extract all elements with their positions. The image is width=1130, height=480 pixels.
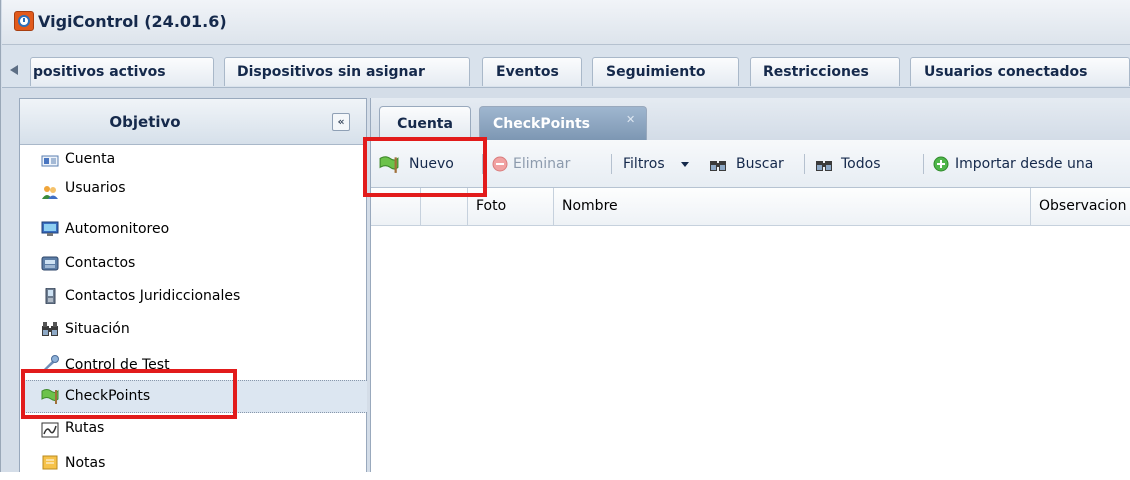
tree-item-label: Usuarios — [65, 180, 126, 196]
nuevo-button[interactable]: Nuevo — [379, 153, 479, 175]
tree-item-label: Contactos Juridiccionales — [65, 288, 241, 304]
importar-button[interactable]: Importar desde una — [933, 153, 1130, 175]
toolbar-separator — [923, 154, 924, 174]
tab-eventos[interactable]: Eventos — [482, 57, 582, 86]
tab-dispositivos-activos[interactable]: positivos activos — [30, 57, 214, 86]
tree-item-rutas[interactable]: Rutas — [21, 415, 367, 448]
grid-body — [371, 226, 1130, 472]
tree-item-cuenta[interactable]: Cuenta — [21, 146, 367, 179]
tab-cuenta[interactable]: Cuenta — [379, 106, 471, 140]
nuevo-label: Nuevo — [409, 156, 454, 172]
tab-usuarios-conectados[interactable]: Usuarios conectados — [910, 57, 1130, 86]
tree-item-checkpoints[interactable]: CheckPoints — [21, 380, 367, 413]
grid-column-observacion[interactable]: Observacion — [1031, 188, 1130, 225]
chevron-down-icon — [681, 162, 689, 167]
users-icon — [42, 186, 58, 199]
toolbar-separator — [611, 154, 612, 174]
tree-item-notas[interactable]: Notas — [21, 447, 367, 480]
tab-label: Seguimiento — [606, 64, 706, 80]
tab-label: Usuarios conectados — [924, 64, 1088, 80]
window-title: VigiControl (24.01.6) — [38, 12, 227, 31]
tab-label: CheckPoints — [493, 116, 591, 132]
mobile-icon — [45, 288, 56, 304]
toolbar-separator — [804, 154, 805, 174]
app-logo-icon — [14, 11, 34, 31]
tree-item-situacion[interactable]: Situación — [21, 314, 367, 347]
tree-item-control-de-test[interactable]: Control de Test — [21, 348, 367, 381]
binoculars-icon — [816, 161, 832, 171]
grid-column-foto[interactable]: Foto — [468, 188, 554, 225]
app-window: VigiControl (24.01.6) positivos activos … — [0, 0, 1130, 472]
map-route-icon — [41, 422, 59, 438]
tab-label: positivos activos — [33, 64, 166, 80]
binoculars-icon — [710, 161, 726, 171]
tab-scroll-left-icon[interactable] — [10, 65, 18, 75]
todos-button[interactable]: Todos — [815, 153, 900, 175]
tree-item-contactos[interactable]: Contactos — [21, 248, 367, 281]
importar-label: Importar desde una — [955, 156, 1094, 172]
buscar-button[interactable]: Buscar — [709, 153, 799, 175]
buscar-label: Buscar — [736, 156, 784, 172]
tree-item-label: Situación — [65, 321, 130, 337]
account-card-icon — [41, 155, 59, 167]
flag-icon — [41, 389, 59, 404]
content-panel: Cuenta CheckPoints ✕ Nuevo Eliminar Filt… — [370, 98, 1130, 472]
add-icon — [933, 156, 949, 172]
tree-item-label: Automonitoreo — [65, 221, 170, 237]
content-tab-strip: Cuenta CheckPoints ✕ — [371, 98, 1130, 141]
tab-label: Dispositivos sin asignar — [237, 64, 425, 80]
grid-column-header[interactable] — [371, 188, 421, 225]
eliminar-button[interactable]: Eliminar — [492, 153, 602, 175]
remove-icon — [492, 156, 508, 172]
note-icon — [42, 455, 58, 470]
todos-label: Todos — [841, 156, 881, 172]
tab-checkpoints[interactable]: CheckPoints ✕ — [479, 106, 647, 140]
tree-item-label: Notas — [65, 455, 106, 471]
tab-label: Eventos — [496, 64, 559, 80]
phone-icon — [41, 256, 59, 271]
tree-item-contactos-juridiccionales[interactable]: Contactos Juridiccionales — [21, 281, 367, 314]
tree-item-label: CheckPoints — [65, 388, 151, 404]
title-bar: VigiControl (24.01.6) — [2, 0, 1130, 45]
flag-icon — [379, 156, 399, 173]
tree-item-automonitoreo[interactable]: Automonitoreo — [21, 214, 367, 247]
close-tab-icon[interactable]: ✕ — [626, 103, 635, 137]
tab-label: Restricciones — [763, 64, 869, 80]
tree-item-label: Cuenta — [65, 151, 116, 167]
eliminar-label: Eliminar — [513, 156, 571, 172]
grid-column-header[interactable] — [421, 188, 468, 225]
tree-item-label: Control de Test — [65, 357, 170, 373]
panel-title: Objetivo — [109, 113, 181, 131]
collapse-panel-button[interactable]: « — [332, 113, 350, 131]
main-tab-bar: positivos activos Dispositivos sin asign… — [2, 45, 1130, 88]
test-tool-icon — [43, 355, 59, 371]
monitor-icon — [41, 221, 59, 236]
objetivo-panel: Objetivo « Cuenta Usuarios Automonitoreo… — [19, 98, 367, 472]
panel-header: Objetivo « — [20, 99, 366, 145]
binoculars-icon — [42, 322, 58, 336]
filtros-dropdown[interactable]: Filtros — [623, 153, 698, 175]
grid-header: Foto Nombre Observacion — [371, 188, 1130, 226]
tab-restricciones[interactable]: Restricciones — [750, 57, 900, 86]
tab-dispositivos-sin-asignar[interactable]: Dispositivos sin asignar — [224, 57, 470, 86]
filtros-label: Filtros — [623, 156, 665, 172]
tab-seguimiento[interactable]: Seguimiento — [592, 57, 739, 86]
tree-item-label: Rutas — [65, 420, 105, 436]
toolbar-separator — [482, 154, 483, 174]
toolbar: Nuevo Eliminar Filtros Buscar Todos Impo… — [371, 140, 1130, 188]
tab-label: Cuenta — [397, 116, 453, 132]
grid-column-nombre[interactable]: Nombre — [554, 188, 1031, 225]
tree-item-usuarios[interactable]: Usuarios — [21, 177, 367, 210]
tree-item-label: Contactos — [65, 255, 136, 271]
